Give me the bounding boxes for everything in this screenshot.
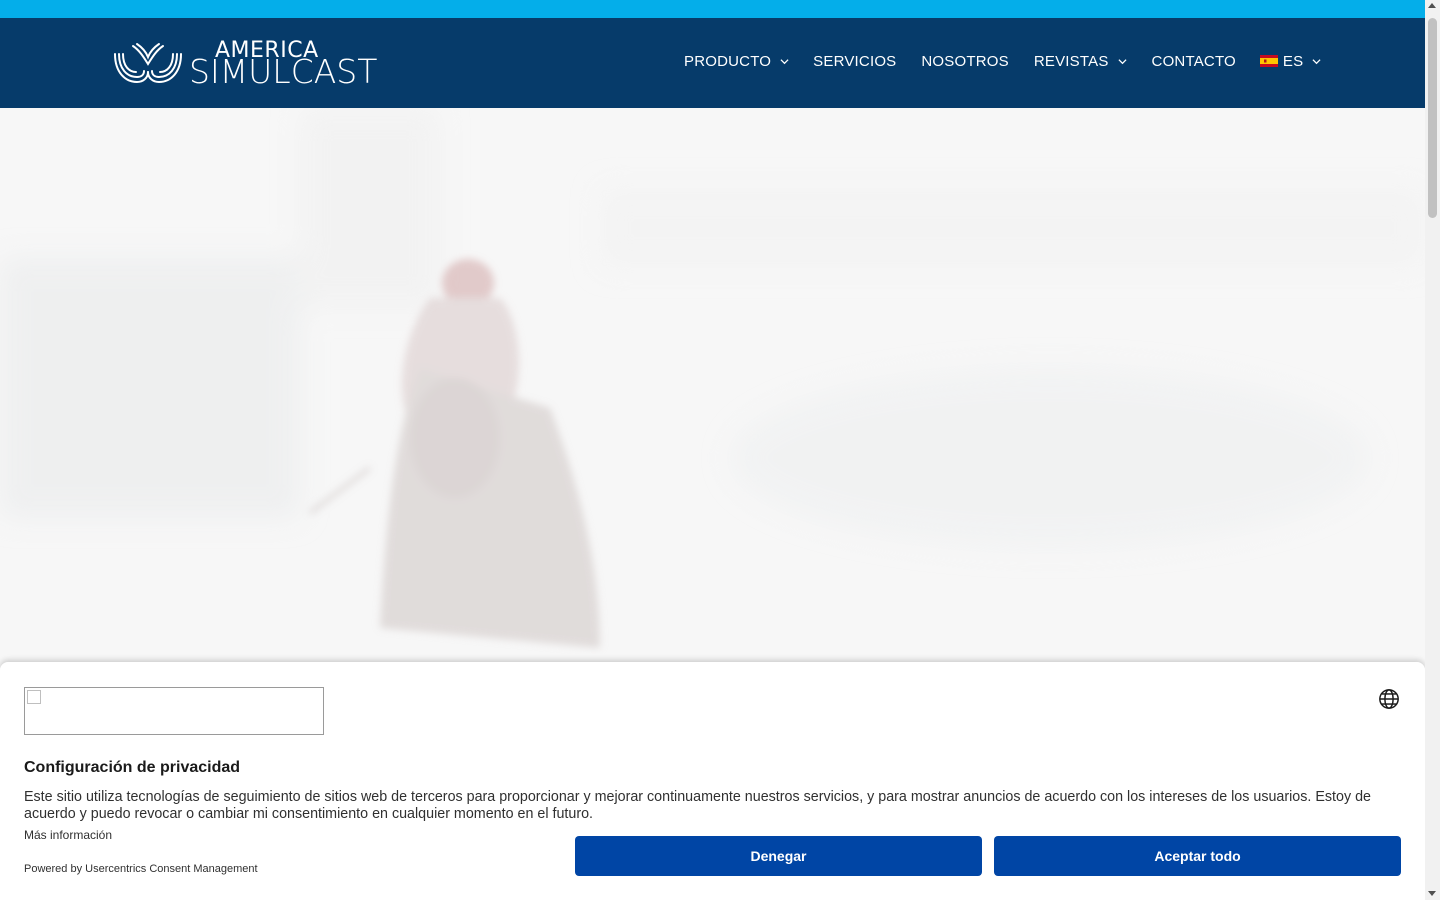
- nav-producto-label: PRODUCTO: [684, 52, 772, 70]
- broken-image-icon: [27, 690, 41, 704]
- powered-by-text: Powered by Usercentrics Consent Manageme…: [24, 863, 258, 875]
- language-code: ES: [1282, 52, 1304, 70]
- nav-servicios[interactable]: SERVICIOS: [813, 53, 896, 70]
- spain-flag-icon: [1259, 55, 1278, 67]
- nav-revistas[interactable]: REVISTAS: [1034, 53, 1127, 70]
- consent-description: Este sitio utiliza tecnologías de seguim…: [24, 789, 1371, 822]
- page-scrollbar[interactable]: [1425, 0, 1440, 900]
- accept-all-button[interactable]: Aceptar todo: [994, 836, 1401, 876]
- scroll-down-arrow-icon[interactable]: [1428, 891, 1436, 896]
- nav-contacto[interactable]: CONTACTO: [1152, 53, 1236, 70]
- main-nav: PRODUCTO SERVICIOS NOSOTROS REVISTAS CON…: [684, 52, 1321, 70]
- nav-nosotros-label: NOSOTROS: [921, 52, 1009, 70]
- top-accent-strip: [0, 0, 1425, 18]
- language-selector[interactable]: ES: [1259, 52, 1321, 70]
- deny-button[interactable]: Denegar: [575, 836, 982, 876]
- scrollbar-thumb[interactable]: [1428, 18, 1437, 218]
- logo-text-simulcast: SIMULCAST: [189, 52, 378, 91]
- consent-logo-image: [24, 687, 324, 735]
- chevron-down-icon: [780, 58, 789, 64]
- globe-language-icon[interactable]: [1378, 688, 1400, 710]
- hero-image: [0, 108, 1425, 668]
- nav-contacto-label: CONTACTO: [1151, 52, 1236, 70]
- chevron-down-icon: [1117, 58, 1127, 64]
- horse-racing-hero-image: [0, 108, 1425, 668]
- nav-producto[interactable]: PRODUCTO: [684, 53, 789, 70]
- scroll-up-arrow-icon[interactable]: [1428, 3, 1436, 8]
- more-info-link[interactable]: Más información: [24, 828, 112, 842]
- site-logo[interactable]: AMERICA SIMULCAST: [113, 40, 377, 88]
- nav-nosotros[interactable]: NOSOTROS: [921, 53, 1008, 70]
- privacy-consent-banner: Configuración de privacidad Este sitio u…: [0, 662, 1425, 900]
- nav-revistas-label: REVISTAS: [1033, 52, 1109, 70]
- consent-title: Configuración de privacidad: [24, 759, 241, 776]
- chevron-down-icon: [1312, 58, 1321, 64]
- horseshoe-logo-icon: [114, 43, 182, 84]
- nav-servicios-label: SERVICIOS: [813, 52, 897, 70]
